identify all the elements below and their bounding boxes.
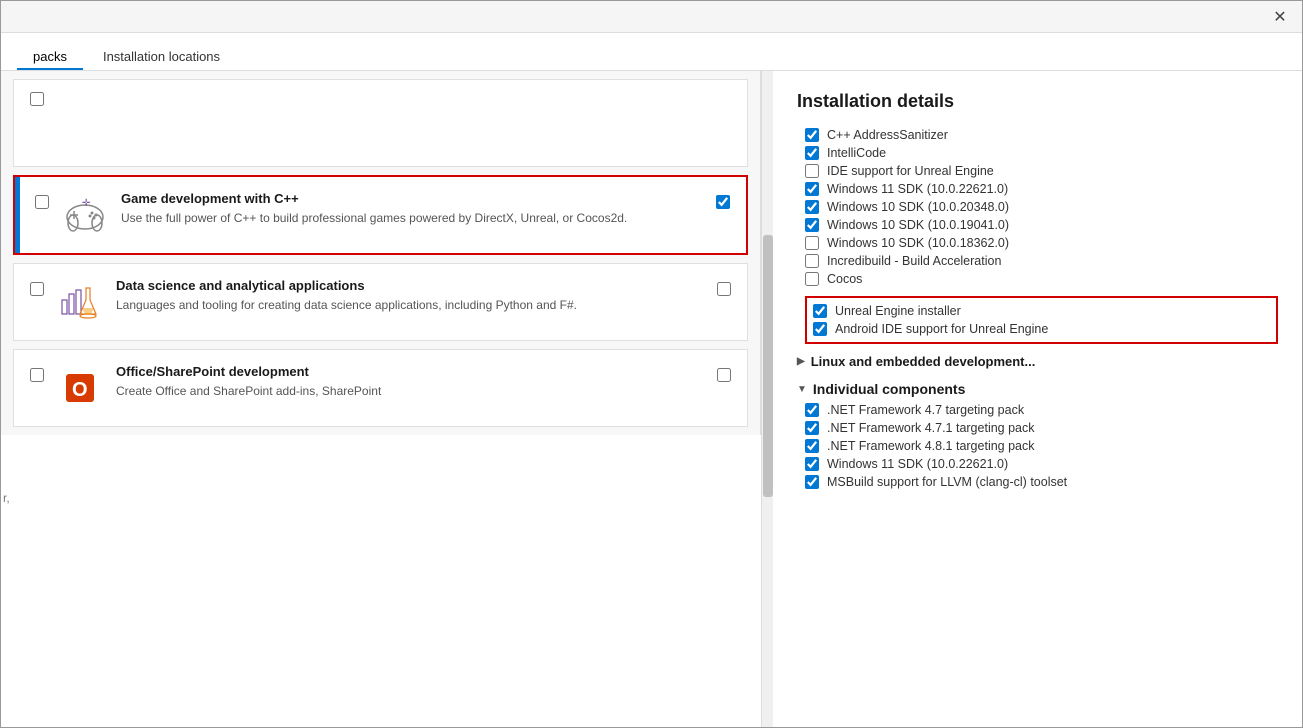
office-desc: Create Office and SharePoint add-ins, Sh…	[116, 383, 705, 400]
data-science-desc: Languages and tooling for creating data …	[116, 297, 705, 314]
android-ide-checkbox[interactable]	[813, 322, 827, 336]
title-bar: ✕	[1, 1, 1302, 33]
empty-top-checkbox[interactable]	[30, 92, 44, 106]
game-dev-text: Game development with C++ Use the full p…	[121, 191, 704, 227]
msbuild-llvm-checkbox[interactable]	[805, 475, 819, 489]
detail-item-cocos: Cocos	[805, 270, 1278, 288]
incredibuild-label: Incredibuild - Build Acceleration	[827, 254, 1001, 268]
intellicode-checkbox[interactable]	[805, 146, 819, 160]
individual-components-items: .NET Framework 4.7 targeting pack .NET F…	[797, 401, 1278, 491]
main-content: ✛ Game development with C++ Use the full…	[1, 71, 1302, 727]
detail-item-net481: .NET Framework 4.8.1 targeting pack	[805, 437, 1278, 455]
unreal-installer-label: Unreal Engine installer	[835, 304, 961, 318]
win11-sdk-label: Windows 11 SDK (10.0.22621.0)	[827, 182, 1008, 196]
individual-components-label: Individual components	[813, 381, 965, 397]
svg-text:✛: ✛	[82, 198, 90, 209]
win10-sdk2-label: Windows 10 SDK (10.0.19041.0)	[827, 218, 1009, 232]
win10-sdk1-checkbox[interactable]	[805, 200, 819, 214]
detail-item-addresssanitizer: C++ AddressSanitizer	[805, 126, 1278, 144]
linux-arrow-icon: ▶	[797, 356, 805, 367]
detail-item-ide-unreal: IDE support for Unreal Engine	[805, 162, 1278, 180]
office-checkbox[interactable]	[717, 368, 731, 382]
detail-item-net471: .NET Framework 4.7.1 targeting pack	[805, 419, 1278, 437]
detail-item-msbuild-llvm: MSBuild support for LLVM (clang-cl) tool…	[805, 473, 1278, 491]
individual-components-arrow-icon: ▼	[797, 384, 807, 395]
data-science-left-checkbox[interactable]	[30, 282, 44, 296]
win10-sdk3-label: Windows 10 SDK (10.0.18362.0)	[827, 236, 1009, 250]
left-panel-wrapper: ✛ Game development with C++ Use the full…	[1, 71, 761, 727]
android-ide-label: Android IDE support for Unreal Engine	[835, 322, 1048, 336]
tab-bar: packs Installation locations	[1, 33, 1302, 71]
cocos-checkbox[interactable]	[805, 272, 819, 286]
detail-item-intellicode: IntelliCode	[805, 144, 1278, 162]
main-window: ✕ packs Installation locations	[0, 0, 1303, 728]
game-dev-desc: Use the full power of C++ to build profe…	[121, 210, 704, 227]
side-label: r,	[3, 491, 10, 505]
ide-unreal-checkbox[interactable]	[805, 164, 819, 178]
detail-section-main: C++ AddressSanitizer IntelliCode IDE sup…	[797, 126, 1278, 288]
net47-label: .NET Framework 4.7 targeting pack	[827, 403, 1024, 417]
game-dev-left-checkbox[interactable]	[35, 195, 49, 209]
detail-item-win10-sdk1: Windows 10 SDK (10.0.20348.0)	[805, 198, 1278, 216]
data-science-item[interactable]: Data science and analytical applications…	[13, 263, 748, 341]
empty-top-item	[13, 79, 748, 167]
win11sdk2-checkbox[interactable]	[805, 457, 819, 471]
detail-item-win11sdk2: Windows 11 SDK (10.0.22621.0)	[805, 455, 1278, 473]
win11-sdk-checkbox[interactable]	[805, 182, 819, 196]
individual-components-section: ▼ Individual components .NET Framework 4…	[797, 375, 1278, 491]
win11sdk2-label: Windows 11 SDK (10.0.22621.0)	[827, 457, 1008, 471]
net481-label: .NET Framework 4.8.1 targeting pack	[827, 439, 1035, 453]
highlighted-group: Unreal Engine installer Android IDE supp…	[805, 296, 1278, 344]
close-button[interactable]: ✕	[1266, 3, 1294, 31]
office-item[interactable]: O Office/SharePoint development Create O…	[13, 349, 748, 427]
ide-unreal-label: IDE support for Unreal Engine	[827, 164, 994, 178]
data-science-checkbox[interactable]	[717, 282, 731, 296]
linux-section-header[interactable]: ▶ Linux and embedded development...	[797, 348, 1278, 375]
installation-details-title: Installation details	[797, 91, 1278, 112]
win10-sdk3-checkbox[interactable]	[805, 236, 819, 250]
game-dev-title: Game development with C++	[121, 191, 704, 206]
win10-sdk1-label: Windows 10 SDK (10.0.20348.0)	[827, 200, 1009, 214]
tab-workloads[interactable]: packs	[17, 43, 83, 70]
office-left-checkbox[interactable]	[30, 368, 44, 382]
game-dev-checkbox[interactable]	[716, 195, 730, 209]
intellicode-label: IntelliCode	[827, 146, 886, 160]
gamepad-icon: ✛	[61, 191, 109, 239]
msbuild-llvm-label: MSBuild support for LLVM (clang-cl) tool…	[827, 475, 1067, 489]
linux-section-label: Linux and embedded development...	[811, 354, 1036, 369]
office-icon: O	[56, 364, 104, 412]
detail-item-win10-sdk3: Windows 10 SDK (10.0.18362.0)	[805, 234, 1278, 252]
tab-locations[interactable]: Installation locations	[87, 43, 236, 70]
detail-item-unreal-installer: Unreal Engine installer	[813, 302, 1270, 320]
net471-checkbox[interactable]	[805, 421, 819, 435]
net481-checkbox[interactable]	[805, 439, 819, 453]
svg-text:O: O	[72, 379, 88, 401]
office-text: Office/SharePoint development Create Off…	[116, 364, 705, 400]
detail-item-win11-sdk: Windows 11 SDK (10.0.22621.0)	[805, 180, 1278, 198]
net471-label: .NET Framework 4.7.1 targeting pack	[827, 421, 1035, 435]
individual-components-header[interactable]: ▼ Individual components	[797, 375, 1278, 401]
net47-checkbox[interactable]	[805, 403, 819, 417]
left-accent	[15, 177, 20, 253]
detail-item-incredibuild: Incredibuild - Build Acceleration	[805, 252, 1278, 270]
unreal-installer-checkbox[interactable]	[813, 304, 827, 318]
right-panel: Installation details C++ AddressSanitize…	[773, 71, 1302, 727]
win10-sdk2-checkbox[interactable]	[805, 218, 819, 232]
data-science-icon	[56, 278, 104, 326]
detail-item-android-ide: Android IDE support for Unreal Engine	[813, 320, 1270, 338]
vertical-scrollbar[interactable]	[761, 71, 773, 727]
left-panel: ✛ Game development with C++ Use the full…	[1, 71, 761, 435]
detail-item-net47: .NET Framework 4.7 targeting pack	[805, 401, 1278, 419]
data-science-title: Data science and analytical applications	[116, 278, 705, 293]
addresssanitizer-label: C++ AddressSanitizer	[827, 128, 948, 142]
detail-item-win10-sdk2: Windows 10 SDK (10.0.19041.0)	[805, 216, 1278, 234]
data-science-text: Data science and analytical applications…	[116, 278, 705, 314]
scrollbar-thumb[interactable]	[763, 235, 773, 497]
cocos-label: Cocos	[827, 272, 862, 286]
game-dev-item[interactable]: ✛ Game development with C++ Use the full…	[13, 175, 748, 255]
office-title: Office/SharePoint development	[116, 364, 705, 379]
addresssanitizer-checkbox[interactable]	[805, 128, 819, 142]
incredibuild-checkbox[interactable]	[805, 254, 819, 268]
